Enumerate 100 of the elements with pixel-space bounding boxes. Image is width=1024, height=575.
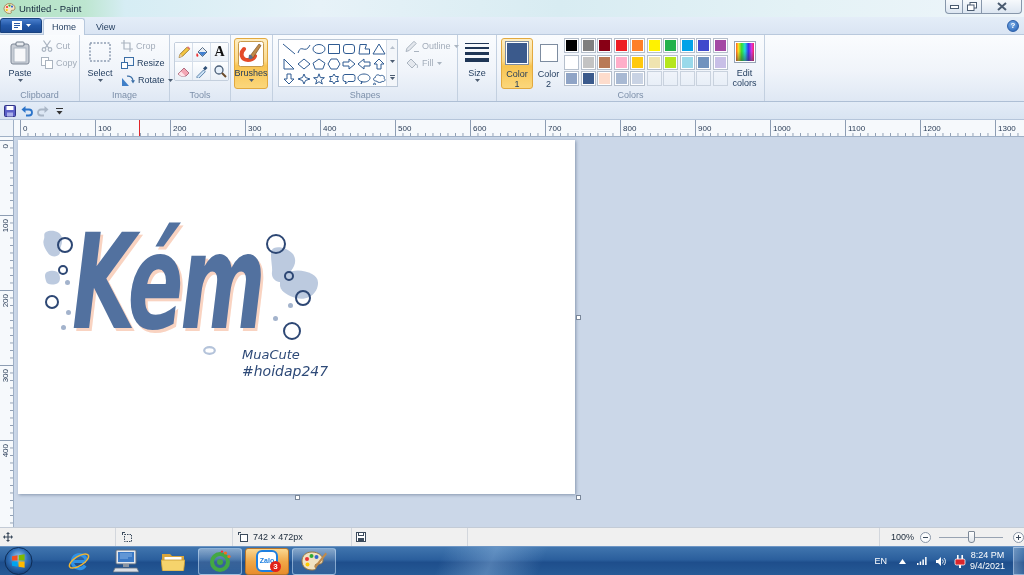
clock-time[interactable]: 8:24 PM	[970, 550, 1005, 561]
color-swatch[interactable]	[696, 54, 711, 70]
paste-button[interactable]: Paste	[3, 38, 37, 89]
color-swatch[interactable]	[613, 38, 629, 53]
color-picker-tool-button[interactable]	[193, 62, 210, 80]
shape-button[interactable]	[341, 41, 356, 56]
zoom-in-button[interactable]	[1013, 531, 1024, 543]
color-swatch[interactable]	[597, 38, 612, 53]
color-swatch[interactable]	[712, 54, 728, 70]
resize-handle[interactable]	[576, 315, 581, 320]
window-title: Untitled - Paint	[19, 3, 82, 14]
shape-button[interactable]	[326, 41, 341, 56]
taskbar-button[interactable]	[292, 547, 336, 575]
color-swatch[interactable]	[580, 54, 596, 70]
shape-button[interactable]	[356, 56, 371, 71]
ruler-label: 100	[1, 219, 10, 233]
color-swatch[interactable]	[597, 71, 612, 86]
shape-button[interactable]	[311, 71, 326, 86]
size-button[interactable]: Size	[461, 38, 493, 89]
color-swatch[interactable]	[630, 54, 645, 70]
color-swatch[interactable]	[712, 38, 728, 53]
expand-gallery-icon[interactable]	[389, 75, 395, 81]
hand-lettering: Kém	[72, 219, 263, 346]
scroll-down-icon[interactable]	[389, 60, 395, 64]
color-swatch[interactable]	[646, 38, 662, 53]
shape-button[interactable]	[296, 71, 311, 86]
shape-button[interactable]	[356, 41, 371, 56]
dot-doodle	[272, 315, 278, 321]
resize-handle[interactable]	[576, 495, 581, 500]
primary-color-button[interactable]: Color 1	[501, 38, 533, 89]
shape-button[interactable]	[326, 56, 341, 71]
taskbar-button[interactable]	[198, 547, 242, 575]
text-tool-button[interactable]: A	[211, 43, 228, 61]
shape-button[interactable]	[356, 71, 371, 86]
color-swatch[interactable]	[613, 71, 629, 86]
rotate-button[interactable]: Rotate	[118, 72, 177, 88]
color-swatch[interactable]	[613, 54, 629, 70]
color-swatch[interactable]	[564, 54, 579, 70]
color-swatch[interactable]	[646, 54, 662, 70]
shape-button[interactable]	[371, 71, 386, 86]
color-swatch[interactable]	[630, 38, 645, 53]
color-swatch[interactable]	[630, 71, 645, 86]
start-button[interactable]	[3, 547, 34, 575]
magnifier-tool-button[interactable]	[211, 62, 228, 80]
color-swatch[interactable]	[679, 38, 695, 53]
color-swatch[interactable]	[564, 71, 579, 86]
clock-date[interactable]: 9/4/2021	[969, 561, 1005, 572]
dotted-rectangle-icon	[89, 41, 111, 63]
shape-button[interactable]	[296, 56, 311, 71]
color-swatch[interactable]	[580, 38, 596, 53]
resize-handle[interactable]	[294, 495, 300, 500]
shape-button[interactable]	[341, 56, 356, 71]
language-indicator[interactable]: EN	[874, 556, 887, 566]
shape-button[interactable]	[371, 56, 386, 71]
line-icon	[281, 42, 296, 55]
shape-button[interactable]	[311, 41, 326, 56]
select-button[interactable]: Select	[83, 38, 117, 89]
fill-tool-button[interactable]	[193, 43, 210, 61]
zoom-out-button[interactable]	[920, 531, 932, 543]
speaker-icon[interactable]	[935, 556, 946, 566]
customize-caret-icon[interactable]	[56, 106, 63, 115]
edit-colors-button[interactable]: Edit colors	[729, 38, 760, 89]
handwritten-text: MuaCute	[242, 347, 301, 363]
ring-doodle	[58, 265, 68, 275]
color-swatch[interactable]	[564, 38, 579, 53]
color-swatch[interactable]	[663, 38, 678, 53]
resize-button[interactable]: Resize	[118, 55, 177, 71]
paint-bucket-icon	[194, 45, 209, 59]
save-icon[interactable]	[4, 104, 16, 117]
shape-button[interactable]	[281, 71, 296, 86]
slider-thumb[interactable]	[967, 531, 975, 543]
brushes-button[interactable]: Brushes	[234, 38, 268, 89]
shape-button[interactable]	[281, 56, 296, 71]
file-menu-button[interactable]	[0, 18, 42, 33]
close-button[interactable]	[982, 0, 1022, 14]
eraser-tool-button[interactable]	[175, 62, 192, 80]
close-icon	[996, 2, 1007, 11]
restore-button[interactable]	[963, 0, 982, 14]
secondary-color-button[interactable]: Color 2	[535, 38, 562, 89]
undo-icon[interactable]	[21, 104, 33, 117]
color-swatch[interactable]	[580, 71, 596, 86]
shape-button[interactable]	[341, 71, 356, 86]
color-swatch[interactable]	[597, 54, 612, 70]
paint-bucket-icon	[405, 57, 419, 69]
shape-button[interactable]	[281, 41, 296, 56]
color-swatch[interactable]	[679, 54, 695, 70]
minimize-button[interactable]	[945, 0, 963, 14]
ruler-label: 400	[323, 124, 337, 133]
shape-button[interactable]	[326, 71, 341, 86]
pencil-tool-button[interactable]	[175, 43, 192, 61]
caret-up-icon[interactable]	[898, 558, 906, 564]
ribbon-tab[interactable]: Home	[43, 18, 85, 35]
color-swatch[interactable]	[663, 54, 678, 70]
shape-button[interactable]	[371, 41, 386, 56]
color-swatch[interactable]	[696, 38, 711, 53]
ruler-label: 500	[398, 124, 412, 133]
ribbon-tab[interactable]: View	[85, 18, 127, 34]
power-plug-icon[interactable]	[953, 554, 966, 568]
shape-button[interactable]	[311, 56, 326, 71]
signal-bars-icon[interactable]	[916, 557, 927, 565]
